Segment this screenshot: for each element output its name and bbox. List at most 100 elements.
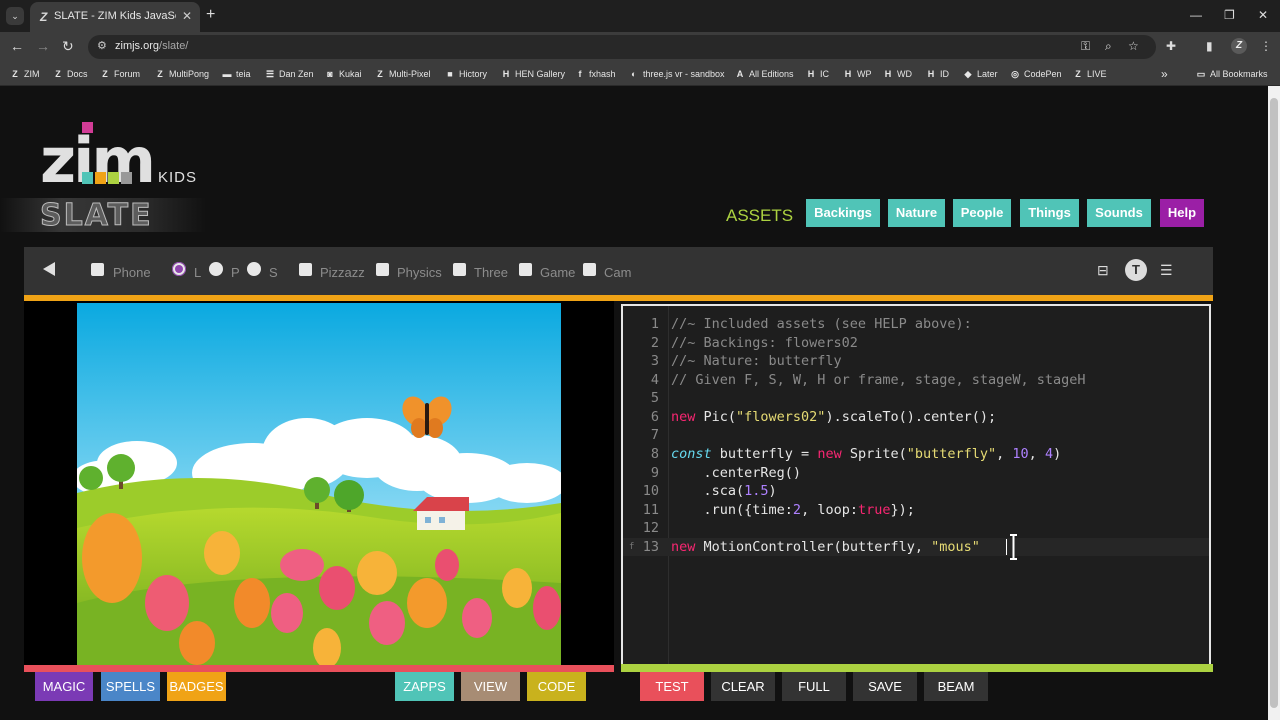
bookmark-item[interactable]: Z LIVE bbox=[1073, 67, 1106, 81]
assets-label: ASSETS bbox=[726, 206, 794, 225]
scrollbar-thumb[interactable] bbox=[1270, 98, 1278, 708]
bookmark-favicon-icon: Z bbox=[157, 69, 163, 79]
bookmark-item[interactable]: ☰ Dan Zen bbox=[265, 67, 314, 81]
bookmark-item[interactable]: H IC bbox=[806, 67, 829, 81]
bookmark-item[interactable]: A All Editions bbox=[735, 67, 794, 81]
square-radio[interactable] bbox=[247, 262, 261, 276]
bookmark-favicon-icon: ◙ bbox=[327, 69, 333, 79]
spells-button[interactable]: SPELLS bbox=[101, 672, 160, 701]
sounds-button[interactable]: Sounds bbox=[1087, 199, 1151, 227]
code-line[interactable]: 9 .centerReg() bbox=[623, 464, 1209, 482]
nature-button[interactable]: Nature bbox=[888, 199, 945, 227]
back-arrow-icon[interactable] bbox=[43, 262, 55, 276]
stage-canvas[interactable] bbox=[77, 303, 561, 665]
help-button[interactable]: Help bbox=[1160, 199, 1204, 227]
side-panel-icon[interactable]: ▮ bbox=[1206, 39, 1213, 53]
bookmark-item[interactable]: H WD bbox=[883, 67, 912, 81]
things-button[interactable]: Things bbox=[1020, 199, 1079, 227]
badges-button[interactable]: BADGES bbox=[167, 672, 226, 701]
code-line[interactable]: 2//~ Backings: flowers02 bbox=[623, 334, 1209, 352]
new-tab-button[interactable]: + bbox=[206, 6, 215, 24]
bookmark-item[interactable]: Z Docs bbox=[53, 67, 87, 81]
code-line[interactable]: 4// Given F, S, W, H or frame, stage, st… bbox=[623, 371, 1209, 389]
bookmark-item[interactable]: ◐ three.js vr - sandbox bbox=[629, 67, 724, 81]
zoom-icon[interactable]: ⌕ bbox=[1105, 39, 1112, 54]
code-line[interactable]: 8 const butterfly = new Sprite("butterfly… bbox=[623, 445, 1209, 463]
extensions-icon[interactable]: ✚ bbox=[1166, 39, 1176, 53]
portrait-radio[interactable] bbox=[209, 262, 223, 276]
bookmark-item[interactable]: ◙ Kukai bbox=[325, 67, 361, 81]
bookmark-item[interactable]: H HEN Gallery bbox=[501, 67, 565, 81]
code-editor[interactable]: 1//~ Included assets (see HELP above): 2… bbox=[621, 304, 1211, 664]
test-button[interactable]: TEST bbox=[640, 672, 704, 701]
window-close-icon[interactable]: ✕ bbox=[1258, 8, 1268, 22]
bookmark-favicon-icon: H bbox=[927, 69, 935, 79]
stage-bottom-bar bbox=[24, 665, 614, 672]
magic-button[interactable]: MAGIC bbox=[35, 672, 93, 701]
back-icon[interactable]: ← bbox=[10, 38, 24, 54]
bookmark-item[interactable]: ◆ Later bbox=[963, 67, 998, 81]
bookmark-star-icon[interactable]: ☆ bbox=[1128, 39, 1139, 53]
cam-checkbox[interactable] bbox=[583, 263, 596, 276]
bookmark-item[interactable]: Z ZIM bbox=[10, 67, 39, 81]
more-bookmarks-icon[interactable]: » bbox=[1161, 67, 1168, 81]
square-label: S bbox=[269, 265, 278, 280]
minimize-icon[interactable]: — bbox=[1190, 8, 1202, 22]
wrap-lines-icon[interactable]: ☰ bbox=[1160, 262, 1173, 279]
backings-button[interactable]: Backings bbox=[806, 199, 880, 227]
forward-icon[interactable]: → bbox=[36, 38, 50, 54]
url-text: zimjs.org/slate/ bbox=[115, 40, 189, 52]
text-size-icon[interactable]: T bbox=[1125, 259, 1147, 281]
bookmark-favicon-icon: ◐ bbox=[631, 69, 637, 79]
three-label: Three bbox=[474, 265, 508, 280]
folder-icon: ▭ bbox=[1196, 69, 1206, 79]
save-button[interactable]: SAVE bbox=[853, 672, 917, 701]
bookmark-item[interactable]: H ID bbox=[926, 67, 949, 81]
site-settings-icon[interactable]: ⚙ bbox=[97, 39, 107, 52]
code-line-active[interactable]: f 13 new MotionController(butterfly, "mous… bbox=[623, 538, 1209, 556]
view-button[interactable]: VIEW bbox=[461, 672, 520, 701]
people-button[interactable]: People bbox=[953, 199, 1011, 227]
zim-logo: zim bbox=[40, 122, 156, 186]
bookmark-item[interactable]: H WP bbox=[843, 67, 872, 81]
phone-checkbox[interactable] bbox=[91, 263, 104, 276]
code-line[interactable]: 6 new Pic("flowers02").scaleTo().center()… bbox=[623, 408, 1209, 426]
bookmark-item[interactable]: Z MultiPong bbox=[155, 67, 209, 81]
reload-icon[interactable]: ↻ bbox=[62, 38, 74, 55]
full-button[interactable]: FULL bbox=[782, 672, 846, 701]
code-line[interactable]: 5 bbox=[623, 389, 1209, 407]
clear-button[interactable]: CLEAR bbox=[711, 672, 775, 701]
page-scrollbar[interactable] bbox=[1268, 86, 1280, 720]
beam-button[interactable]: BEAM bbox=[924, 672, 988, 701]
menu-dots-icon[interactable]: ⋮ bbox=[1260, 39, 1272, 53]
game-checkbox[interactable] bbox=[519, 263, 532, 276]
tab-close-icon[interactable]: ✕ bbox=[182, 9, 192, 23]
bookmark-favicon-icon: Z bbox=[55, 69, 61, 79]
bookmark-item[interactable]: ■ Hictory bbox=[445, 67, 487, 81]
bookmark-item[interactable]: f fxhash bbox=[575, 67, 616, 81]
bookmark-item[interactable]: Z Multi-Pixel bbox=[375, 67, 430, 81]
profile-avatar[interactable]: Z bbox=[1231, 38, 1247, 54]
code-line[interactable]: 3//~ Nature: butterfly bbox=[623, 352, 1209, 370]
password-key-icon[interactable]: ⚿ bbox=[1081, 39, 1090, 54]
landscape-radio[interactable] bbox=[172, 262, 186, 276]
bookmark-item[interactable]: Z Forum bbox=[100, 67, 140, 81]
code-button[interactable]: CODE bbox=[527, 672, 586, 701]
bookmark-item[interactable]: ▬ teia bbox=[222, 67, 251, 81]
split-view-icon[interactable]: ⊟ bbox=[1097, 262, 1109, 279]
tab-slate[interactable]: Z SLATE - ZIM Kids JavaScript Ca ✕ bbox=[30, 2, 200, 32]
bookmark-item[interactable]: ◎ CodePen bbox=[1010, 67, 1061, 81]
address-bar[interactable]: ⚙ zimjs.org/slate/ ⚿ ⌕ ☆ bbox=[88, 35, 1156, 59]
code-line[interactable]: 1//~ Included assets (see HELP above): bbox=[623, 315, 1209, 333]
tab-search-button[interactable]: ⌄ bbox=[6, 7, 24, 25]
restore-icon[interactable]: ❐ bbox=[1224, 8, 1235, 22]
zapps-button[interactable]: ZAPPS bbox=[395, 672, 454, 701]
code-line[interactable]: 10 .sca(1.5) bbox=[623, 482, 1209, 500]
all-bookmarks[interactable]: ▭ All Bookmarks bbox=[1196, 67, 1268, 81]
code-line[interactable]: 7 bbox=[623, 426, 1209, 444]
physics-checkbox[interactable] bbox=[376, 263, 389, 276]
code-line[interactable]: 12 bbox=[623, 519, 1209, 537]
code-line[interactable]: 11 .run({time:2, loop:true}); bbox=[623, 501, 1209, 519]
three-checkbox[interactable] bbox=[453, 263, 466, 276]
pizzazz-checkbox[interactable] bbox=[299, 263, 312, 276]
